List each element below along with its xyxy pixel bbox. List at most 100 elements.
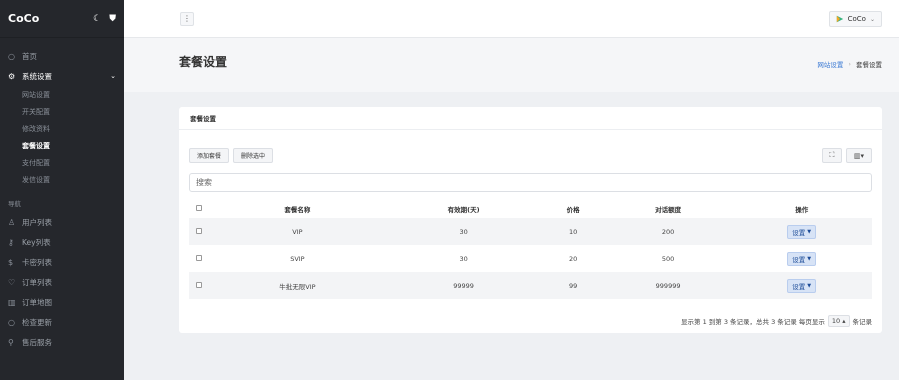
gear-icon: ⚙ [8, 71, 16, 81]
cell-price: 99 [541, 272, 605, 299]
expand-icon: ⛶ [829, 151, 835, 159]
search-input[interactable] [189, 173, 872, 192]
sidebar-subitem-mail-settings[interactable]: 发信设置 [0, 171, 124, 188]
brand-logo[interactable]: CoCo [8, 12, 85, 25]
sidebar-subitem-edit-profile[interactable]: 修改资料 [0, 120, 124, 137]
sidebar-item-check-update[interactable]: ○ 检查更新 [0, 312, 124, 332]
select-all-checkbox[interactable] [196, 204, 202, 211]
sidebar-item-home[interactable]: ○ 首页 [0, 46, 124, 66]
sidebar-item-label: 订单地图 [22, 297, 52, 307]
caret-down-icon: ▴ [842, 317, 846, 325]
page-size-select[interactable]: 10 ▴ [827, 315, 850, 327]
settings-dropdown-button[interactable]: 设置 ▼ [787, 278, 817, 293]
sidebar-item-key-list[interactable]: ⚷ Key列表 [0, 232, 124, 252]
row-checkbox-cell [189, 245, 209, 272]
cell-quota: 200 [604, 218, 732, 245]
sidebar-item-label: 用户列表 [22, 217, 52, 227]
table-row: SVIP 30 20 500 设置 ▼ [189, 245, 872, 272]
cell-days: 99999 [385, 272, 542, 299]
page-title: 套餐设置 [179, 55, 228, 69]
sidebar-item-label: 首页 [22, 51, 37, 61]
cell-name: 牛批无限VIP [209, 272, 386, 299]
sidebar-item-order-list[interactable]: ♡ 订单列表 [0, 272, 124, 292]
settings-dropdown-button[interactable]: 设置 ▼ [787, 251, 817, 266]
sidebar-item-card-list[interactable]: $ 卡密列表 [0, 252, 124, 272]
shield-icon[interactable]: ⛊ [109, 14, 116, 24]
sidebar-item-label: 订单列表 [22, 277, 52, 287]
cell-price: 10 [541, 218, 605, 245]
sidebar-item-after-sales[interactable]: ⚲ 售后服务 [0, 332, 124, 352]
package-card: 套餐设置 添加套餐 删除选中 ⛶ ▥▾ 套餐名称 有效期(天) 价格 对话额度 … [179, 107, 882, 333]
sidebar-item-system-settings[interactable]: ⚙ 系统设置 ⌄ [0, 66, 124, 86]
cell-actions: 设置 ▼ [731, 218, 872, 245]
select-all-checkbox-cell [189, 199, 209, 218]
sidebar-item-user-list[interactable]: ♙ 用户列表 [0, 212, 124, 232]
user-menu[interactable]: CoCo ⌄ [828, 11, 882, 27]
pagination-text: 显示第 1 到第 3 条记录，总共 3 条记录 每页显示 [681, 318, 825, 326]
pagination-suffix: 条记录 [852, 318, 873, 326]
row-checkbox-cell [189, 218, 209, 245]
row-checkbox[interactable] [196, 254, 202, 261]
dollar-icon: $ [8, 257, 14, 267]
heart-icon: ♡ [8, 277, 16, 287]
column-header-name[interactable]: 套餐名称 [209, 199, 386, 218]
table-row: 牛批无限VIP 99999 99 999999 设置 ▼ [189, 272, 872, 299]
grid-icon: ▥ [8, 297, 16, 307]
add-package-button[interactable]: 添加套餐 [189, 148, 230, 163]
sidebar-header: CoCo ☾ ⛊ [0, 0, 124, 38]
breadcrumb-current: 套餐设置 [856, 61, 882, 69]
sidebar: CoCo ☾ ⛊ ○ 首页 ⚙ 系统设置 ⌄ 网站设置 开关配置 修改资料 套餐… [0, 0, 124, 380]
sidebar-item-label: 卡密列表 [22, 257, 52, 267]
column-header-quota[interactable]: 对话额度 [605, 199, 732, 218]
settings-dropdown-button[interactable]: 设置 ▼ [787, 224, 817, 239]
user-name: CoCo [847, 15, 866, 23]
sidebar-subitem-package-settings[interactable]: 套餐设置 [0, 137, 124, 154]
breadcrumb-link[interactable]: 网站设置 [817, 59, 843, 69]
more-vertical-icon: ⋮ [183, 14, 191, 23]
key-icon: ⚷ [8, 237, 14, 247]
page-header: 套餐设置 网站设置 › 套餐设置 [124, 38, 899, 92]
op-label: 设置 [792, 228, 806, 237]
op-label: 设置 [792, 282, 806, 291]
menu-toggle-button[interactable]: ⋮ [180, 12, 194, 26]
fullscreen-button[interactable]: ⛶ [822, 148, 842, 163]
user-icon: ♙ [8, 217, 16, 227]
top-bar: ⋮ CoCo ⌄ [124, 0, 899, 38]
sidebar-item-label: Key列表 [22, 237, 51, 247]
chevron-down-icon: ⌄ [110, 72, 116, 80]
op-label: 设置 [792, 255, 806, 264]
home-icon: ○ [8, 51, 15, 61]
sidebar-subitem-switch-config[interactable]: 开关配置 [0, 103, 124, 120]
cell-actions: 设置 ▼ [731, 245, 872, 272]
pagination-info: 显示第 1 到第 3 条记录，总共 3 条记录 每页显示 10 ▴ 条记录 [681, 315, 872, 327]
chevron-down-icon: ⌄ [869, 15, 875, 23]
moon-icon[interactable]: ☾ [93, 14, 101, 24]
sidebar-subitem-site-settings[interactable]: 网站设置 [0, 86, 124, 103]
cell-quota: 500 [661, 254, 675, 263]
cell-actions: 设置 ▼ [731, 272, 872, 299]
sidebar-subitem-payment-config[interactable]: 支付配置 [0, 154, 124, 171]
table-header-row: 套餐名称 有效期(天) 价格 对话额度 操作 [189, 199, 872, 218]
sidebar-item-order-map[interactable]: ▥ 订单地图 [0, 292, 124, 312]
row-checkbox[interactable] [196, 281, 202, 288]
column-header-days[interactable]: 有效期(天) [386, 199, 542, 218]
sidebar-item-label: 系统设置 [22, 71, 52, 81]
breadcrumb: 网站设置 › 套餐设置 [817, 59, 882, 69]
user-logo-icon [836, 15, 843, 23]
row-checkbox-cell [189, 272, 209, 299]
package-table: 套餐名称 有效期(天) 价格 对话额度 操作 VIP 30 10 200 设置 ▼… [189, 199, 872, 299]
cell-price: 20 [568, 254, 578, 263]
column-header-actions: 操作 [795, 205, 809, 214]
sidebar-section-heading: 导航 [8, 200, 21, 208]
search-icon: ⚲ [8, 337, 14, 347]
caret-down-icon: ▼ [807, 282, 812, 289]
delete-selected-button[interactable]: 删除选中 [233, 148, 274, 163]
column-header-price[interactable]: 价格 [541, 199, 604, 218]
sidebar-item-label: 售后服务 [22, 337, 52, 347]
caret-down-icon: ▼ [807, 255, 812, 262]
columns-toggle-button[interactable]: ▥▾ [846, 148, 872, 163]
card-title: 套餐设置 [179, 107, 882, 130]
row-checkbox[interactable] [196, 227, 202, 234]
page-size-value: 10 [831, 317, 841, 325]
sidebar-item-label: 检查更新 [22, 317, 52, 327]
